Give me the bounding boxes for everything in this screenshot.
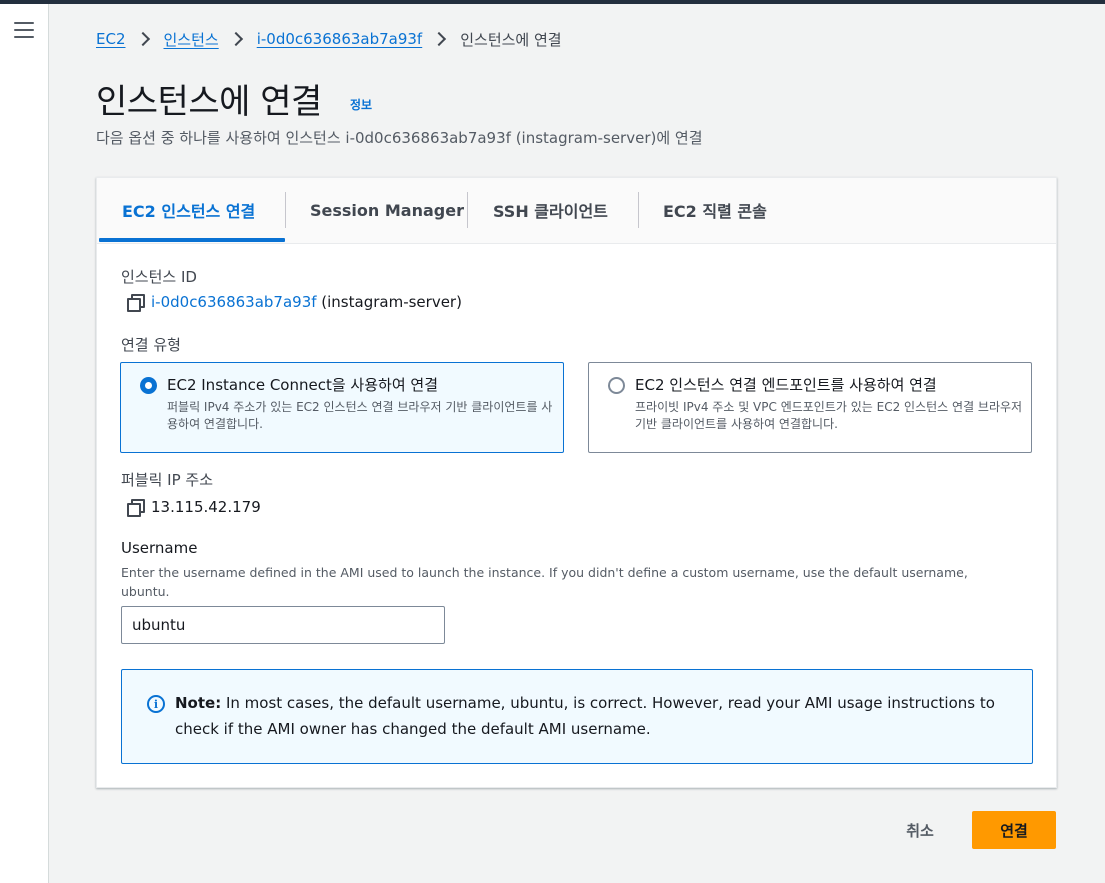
- connection-option-endpoint[interactable]: EC2 인스턴스 연결 엔드포인트를 사용하여 연결 프라이빗 IPv4 주소 …: [588, 362, 1032, 453]
- cancel-button[interactable]: 취소: [890, 812, 950, 848]
- option-description: 퍼블릭 IPv4 주소가 있는 EC2 인스턴스 연결 브라우저 기반 클라이언…: [167, 400, 553, 431]
- instance-name: (instagram-server): [316, 293, 462, 311]
- username-description: Enter the username defined in the AMI us…: [121, 565, 968, 599]
- public-ip-row: 13.115.42.179: [127, 498, 261, 517]
- radio-button[interactable]: [608, 377, 625, 394]
- tab-ec2-serial-console[interactable]: EC2 직렬 콘솔: [663, 178, 767, 242]
- username-label: Username: [121, 539, 198, 557]
- option-description: 프라이빗 IPv4 주소 및 VPC 엔드포인트가 있는 EC2 인스턴스 연결…: [635, 400, 1023, 431]
- tab-ssh-client[interactable]: SSH 클라이언트: [493, 178, 608, 242]
- connect-panel: EC2 인스턴스 연결 Session Manager SSH 클라이언트 EC…: [96, 177, 1057, 788]
- tab-divider: [467, 192, 468, 228]
- tab-bar: EC2 인스턴스 연결 Session Manager SSH 클라이언트 EC…: [97, 178, 1056, 244]
- public-ip-value: 13.115.42.179: [151, 498, 261, 516]
- top-header-bar: [0, 0, 1105, 4]
- chevron-right-icon: [135, 31, 150, 47]
- tab-session-manager[interactable]: Session Manager: [310, 178, 464, 242]
- breadcrumb-instances[interactable]: 인스턴스: [164, 29, 219, 50]
- instance-id-link[interactable]: i-0d0c636863ab7a93f: [151, 293, 317, 311]
- option-title: EC2 인스턴스 연결 엔드포인트를 사용하여 연결: [635, 376, 937, 394]
- radio-button-selected[interactable]: [140, 377, 157, 394]
- public-ip-label: 퍼블릭 IP 주소: [121, 471, 214, 489]
- alert-note-text: In most cases, the default username, ubu…: [175, 694, 995, 738]
- tab-ec2-instance-connect[interactable]: EC2 인스턴스 연결: [122, 178, 255, 242]
- instance-id-label: 인스턴스 ID: [121, 268, 197, 286]
- active-tab-indicator: [99, 238, 285, 242]
- chevron-right-icon: [228, 31, 243, 47]
- info-alert: i Note: In most cases, the default usern…: [121, 669, 1033, 764]
- tab-divider: [285, 192, 286, 228]
- copy-icon[interactable]: [127, 499, 145, 517]
- tab-divider: [638, 192, 639, 228]
- username-input[interactable]: [121, 606, 445, 644]
- info-icon: i: [147, 695, 165, 713]
- alert-text: Note: In most cases, the default usernam…: [175, 690, 1015, 742]
- page-title: 인스턴스에 연결: [96, 82, 322, 122]
- instance-id-row: i-0d0c636863ab7a93f (instagram-server): [127, 293, 462, 312]
- connection-option-instance-connect[interactable]: EC2 Instance Connect을 사용하여 연결 퍼블릭 IPv4 주…: [120, 362, 564, 453]
- copy-icon[interactable]: [127, 294, 145, 312]
- breadcrumb-current: 인스턴스에 연결: [460, 30, 562, 49]
- alert-note-prefix: Note:: [175, 694, 222, 712]
- info-link[interactable]: 정보: [350, 96, 372, 113]
- page-description: 다음 옵션 중 하나를 사용하여 인스턴스 i-0d0c636863ab7a93…: [96, 129, 703, 147]
- connect-button[interactable]: 연결: [972, 811, 1056, 849]
- menu-icon[interactable]: [14, 22, 34, 38]
- left-navigation-rail: [0, 4, 49, 883]
- connection-type-label: 연결 유형: [121, 336, 181, 354]
- breadcrumb-ec2[interactable]: EC2: [96, 30, 126, 48]
- breadcrumb: EC2 인스턴스 i-0d0c636863ab7a93f 인스턴스에 연결: [96, 28, 562, 50]
- chevron-right-icon: [432, 31, 447, 47]
- breadcrumb-instance-id[interactable]: i-0d0c636863ab7a93f: [257, 30, 423, 48]
- option-title: EC2 Instance Connect을 사용하여 연결: [167, 376, 438, 394]
